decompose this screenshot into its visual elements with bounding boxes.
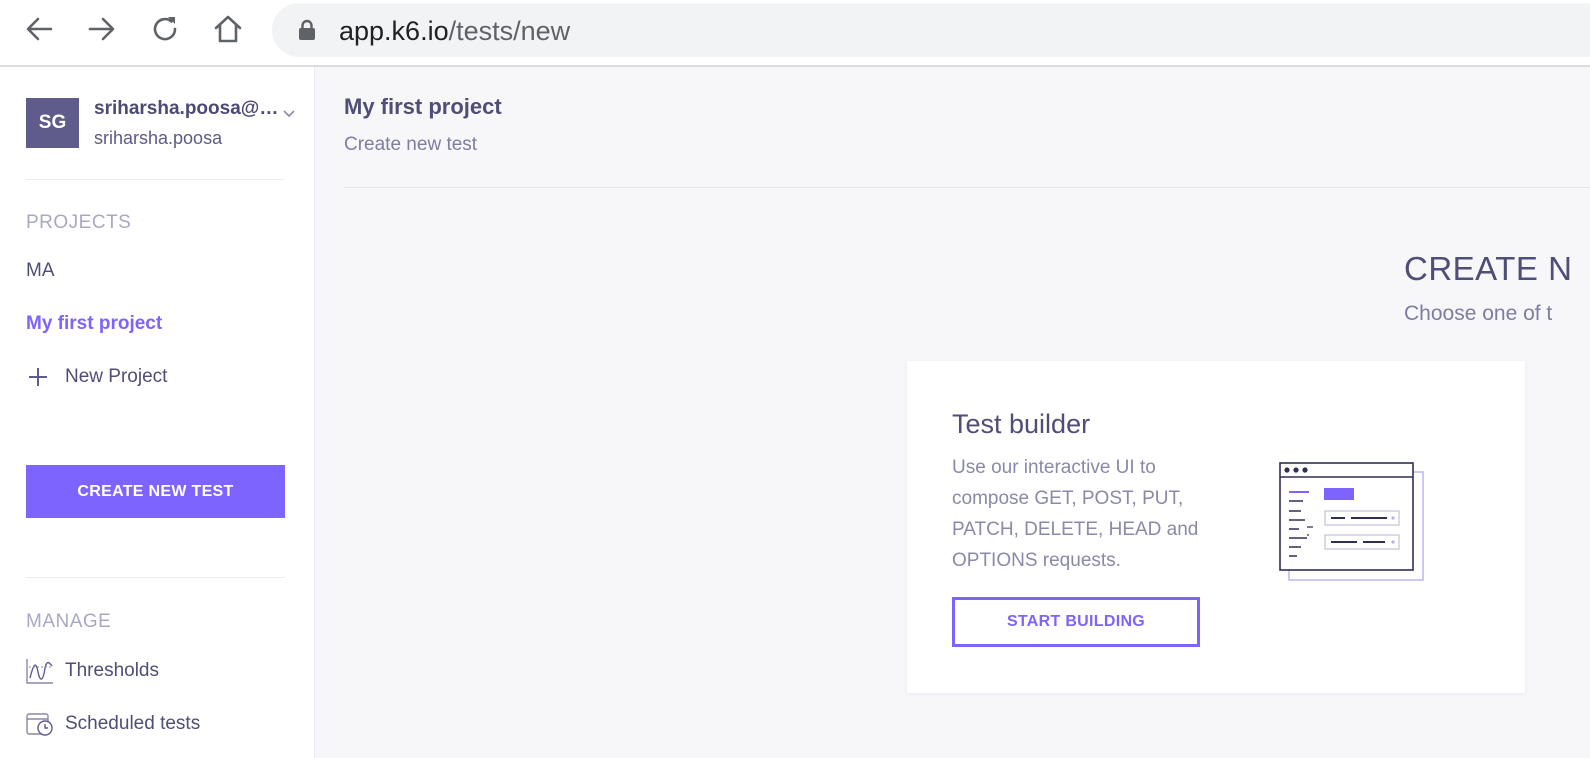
new-project-label: New Project <box>65 366 168 387</box>
sidebar-item-scheduled-tests[interactable]: Scheduled tests <box>26 710 200 738</box>
divider <box>26 179 285 180</box>
create-new-test-button[interactable]: CREATE NEW TEST <box>26 465 285 518</box>
lock-icon <box>297 19 317 41</box>
project-item-ma[interactable]: MA <box>26 260 55 282</box>
forward-arrow-icon[interactable] <box>85 12 119 46</box>
chevron-down-icon[interactable] <box>282 105 296 118</box>
scheduled-tests-label: Scheduled tests <box>65 713 201 734</box>
avatar[interactable]: SG <box>26 98 79 148</box>
test-builder-illustration-icon <box>1279 461 1427 583</box>
page-subtitle: Create new test <box>344 134 478 155</box>
page-heading: CREATE N <box>1404 250 1573 287</box>
page-subheading: Choose one of t <box>1404 302 1553 325</box>
url-text: app.k6.io/tests/new <box>339 16 570 47</box>
test-builder-card: Test builder Use our interactive UI to c… <box>907 361 1525 693</box>
user-name: sriharsha.poosa <box>94 128 223 148</box>
project-item-my-first-project[interactable]: My first project <box>26 313 162 335</box>
manage-section-label: MANAGE <box>26 611 112 632</box>
home-icon[interactable] <box>211 12 245 46</box>
sidebar: SG sriharsha.poosa@g... sriharsha.poosa … <box>0 67 315 758</box>
project-title[interactable]: My first project <box>344 94 502 120</box>
address-bar[interactable]: app.k6.io/tests/new <box>272 3 1590 57</box>
new-project-button[interactable]: New Project <box>26 364 167 390</box>
card-description: Use our interactive UI to compose GET, P… <box>952 457 1199 571</box>
divider <box>344 187 1590 188</box>
scheduled-tests-icon <box>26 713 53 736</box>
start-building-button[interactable]: START BUILDING <box>952 597 1200 647</box>
user-email[interactable]: sriharsha.poosa@g... <box>94 98 284 120</box>
card-title: Test builder <box>952 409 1091 439</box>
projects-section-label: PROJECTS <box>26 212 132 233</box>
reload-icon[interactable] <box>149 12 183 46</box>
back-arrow-icon[interactable] <box>22 12 56 46</box>
url-path: /tests/new <box>448 16 571 46</box>
sidebar-item-thresholds[interactable]: Thresholds <box>26 657 159 685</box>
browser-toolbar: app.k6.io/tests/new <box>0 0 1590 67</box>
plus-icon <box>29 368 47 386</box>
url-host: app.k6.io <box>339 16 449 46</box>
divider <box>26 577 285 578</box>
thresholds-label: Thresholds <box>65 660 159 681</box>
thresholds-icon <box>26 659 53 684</box>
